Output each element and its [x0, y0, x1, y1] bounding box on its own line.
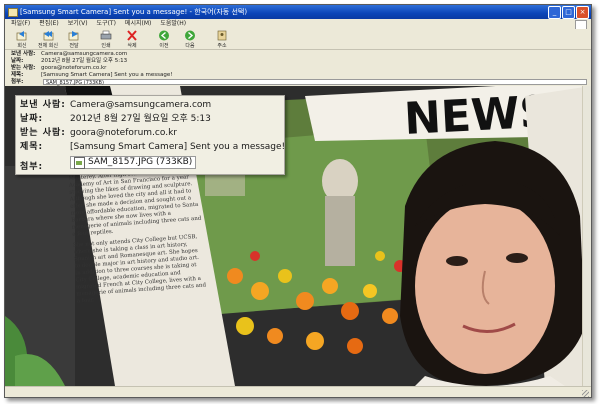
toolbar: 회신 전체 회신 전달 인쇄 삭제 이전 다음 주소: [5, 29, 591, 50]
menu-help[interactable]: 도움말(H): [160, 19, 186, 29]
zoom-to-row: 받는 사람: goora@noteforum.co.kr: [20, 128, 177, 138]
address-book-icon: [216, 30, 228, 41]
header-subject-row: 제목: [Samsung Smart Camera] Sent you a mes…: [11, 72, 173, 78]
zoom-attachment-link[interactable]: SAM_8157.JPG (733KB): [70, 156, 197, 169]
menu-view[interactable]: 보기(V): [68, 19, 88, 29]
news-column-text: Monterey. After high school, she attende…: [68, 167, 207, 305]
header-to-row: 받는 사람: goora@noteforum.co.kr: [11, 65, 107, 71]
vertical-scrollbar[interactable]: [582, 86, 591, 386]
forward-icon: [68, 30, 80, 41]
resize-grip[interactable]: [582, 390, 589, 397]
header-attach-label: 첨부:: [11, 79, 24, 85]
reply-all-icon: [42, 30, 54, 41]
header-subject-value: [Samsung Smart Camera] Sent you a messag…: [41, 72, 173, 78]
menu-file[interactable]: 파일(F): [11, 19, 30, 29]
header-zoom-callout: 보낸 사람: Camera@samsungcamera.com 날짜: 2012년 …: [15, 95, 285, 175]
header-date-value: 2012년 8월 27일 월요일 오후 5:13: [41, 58, 128, 64]
title-bar: [Samsung Smart Camera] Sent you a messag…: [5, 5, 591, 19]
zoom-date-row: 날짜: 2012년 8월 27일 월요일 오후 5:13: [20, 114, 211, 124]
header-date-row: 날짜: 2012년 8월 27일 월요일 오후 5:13: [11, 58, 128, 64]
attachment-field[interactable]: SAM_8157.JPG (733KB): [43, 79, 587, 86]
woman-face: [400, 141, 585, 386]
previous-button[interactable]: 이전: [153, 29, 175, 49]
forward-button[interactable]: 전달: [63, 29, 85, 49]
zoom-date-value: 2012년 8월 27일 월요일 오후 5:13: [70, 114, 211, 124]
zoom-attach-row: 첨부: SAM_8157.JPG (733KB): [20, 156, 197, 172]
email-window: [Samsung Smart Camera] Sent you a messag…: [4, 4, 592, 398]
status-bar: [5, 386, 591, 397]
reply-button[interactable]: 회신: [11, 29, 33, 49]
reply-icon: [16, 30, 28, 41]
zoom-to-value: goora@noteforum.co.kr: [70, 128, 177, 138]
previous-icon: [158, 30, 170, 41]
minimize-button[interactable]: _: [548, 6, 561, 19]
address-book-button[interactable]: 주소: [211, 29, 233, 49]
delete-icon: [126, 30, 138, 41]
maximize-button[interactable]: □: [562, 6, 575, 19]
message-header: 보낸 사람: Camera@samsungcamera.com 날짜: 2012년 …: [5, 50, 591, 86]
print-icon: [100, 30, 112, 41]
next-button[interactable]: 다음: [179, 29, 201, 49]
next-icon: [184, 30, 196, 41]
reply-all-button[interactable]: 전체 회신: [37, 29, 59, 49]
delete-button[interactable]: 삭제: [121, 29, 143, 49]
zoom-from-row: 보낸 사람: Camera@samsungcamera.com: [20, 100, 212, 110]
mail-app-icon: [8, 8, 18, 17]
header-from-row: 보낸 사람: Camera@samsungcamera.com: [11, 51, 128, 57]
close-button[interactable]: ×: [576, 6, 589, 19]
menu-tools[interactable]: 도구(T): [97, 19, 116, 29]
header-to-value: goora@noteforum.co.kr: [41, 65, 107, 71]
print-button[interactable]: 인쇄: [95, 29, 117, 49]
zoom-from-value: Camera@samsungcamera.com: [70, 100, 212, 110]
header-from-value: Camera@samsungcamera.com: [41, 51, 128, 57]
zoom-subject-value: [Samsung Smart Camera] Sent you a messag…: [70, 142, 286, 152]
menu-message[interactable]: 메시지(M): [125, 19, 151, 29]
jpg-file-icon: [74, 156, 85, 169]
menu-edit[interactable]: 편집(E): [39, 19, 59, 29]
menu-bar: 파일(F) 편집(E) 보기(V) 도구(T) 메시지(M) 도움말(H): [5, 19, 591, 30]
window-title: [Samsung Smart Camera] Sent you a messag…: [20, 8, 248, 16]
zoom-subject-row: 제목: [Samsung Smart Camera] Sent you a mes…: [20, 142, 286, 152]
